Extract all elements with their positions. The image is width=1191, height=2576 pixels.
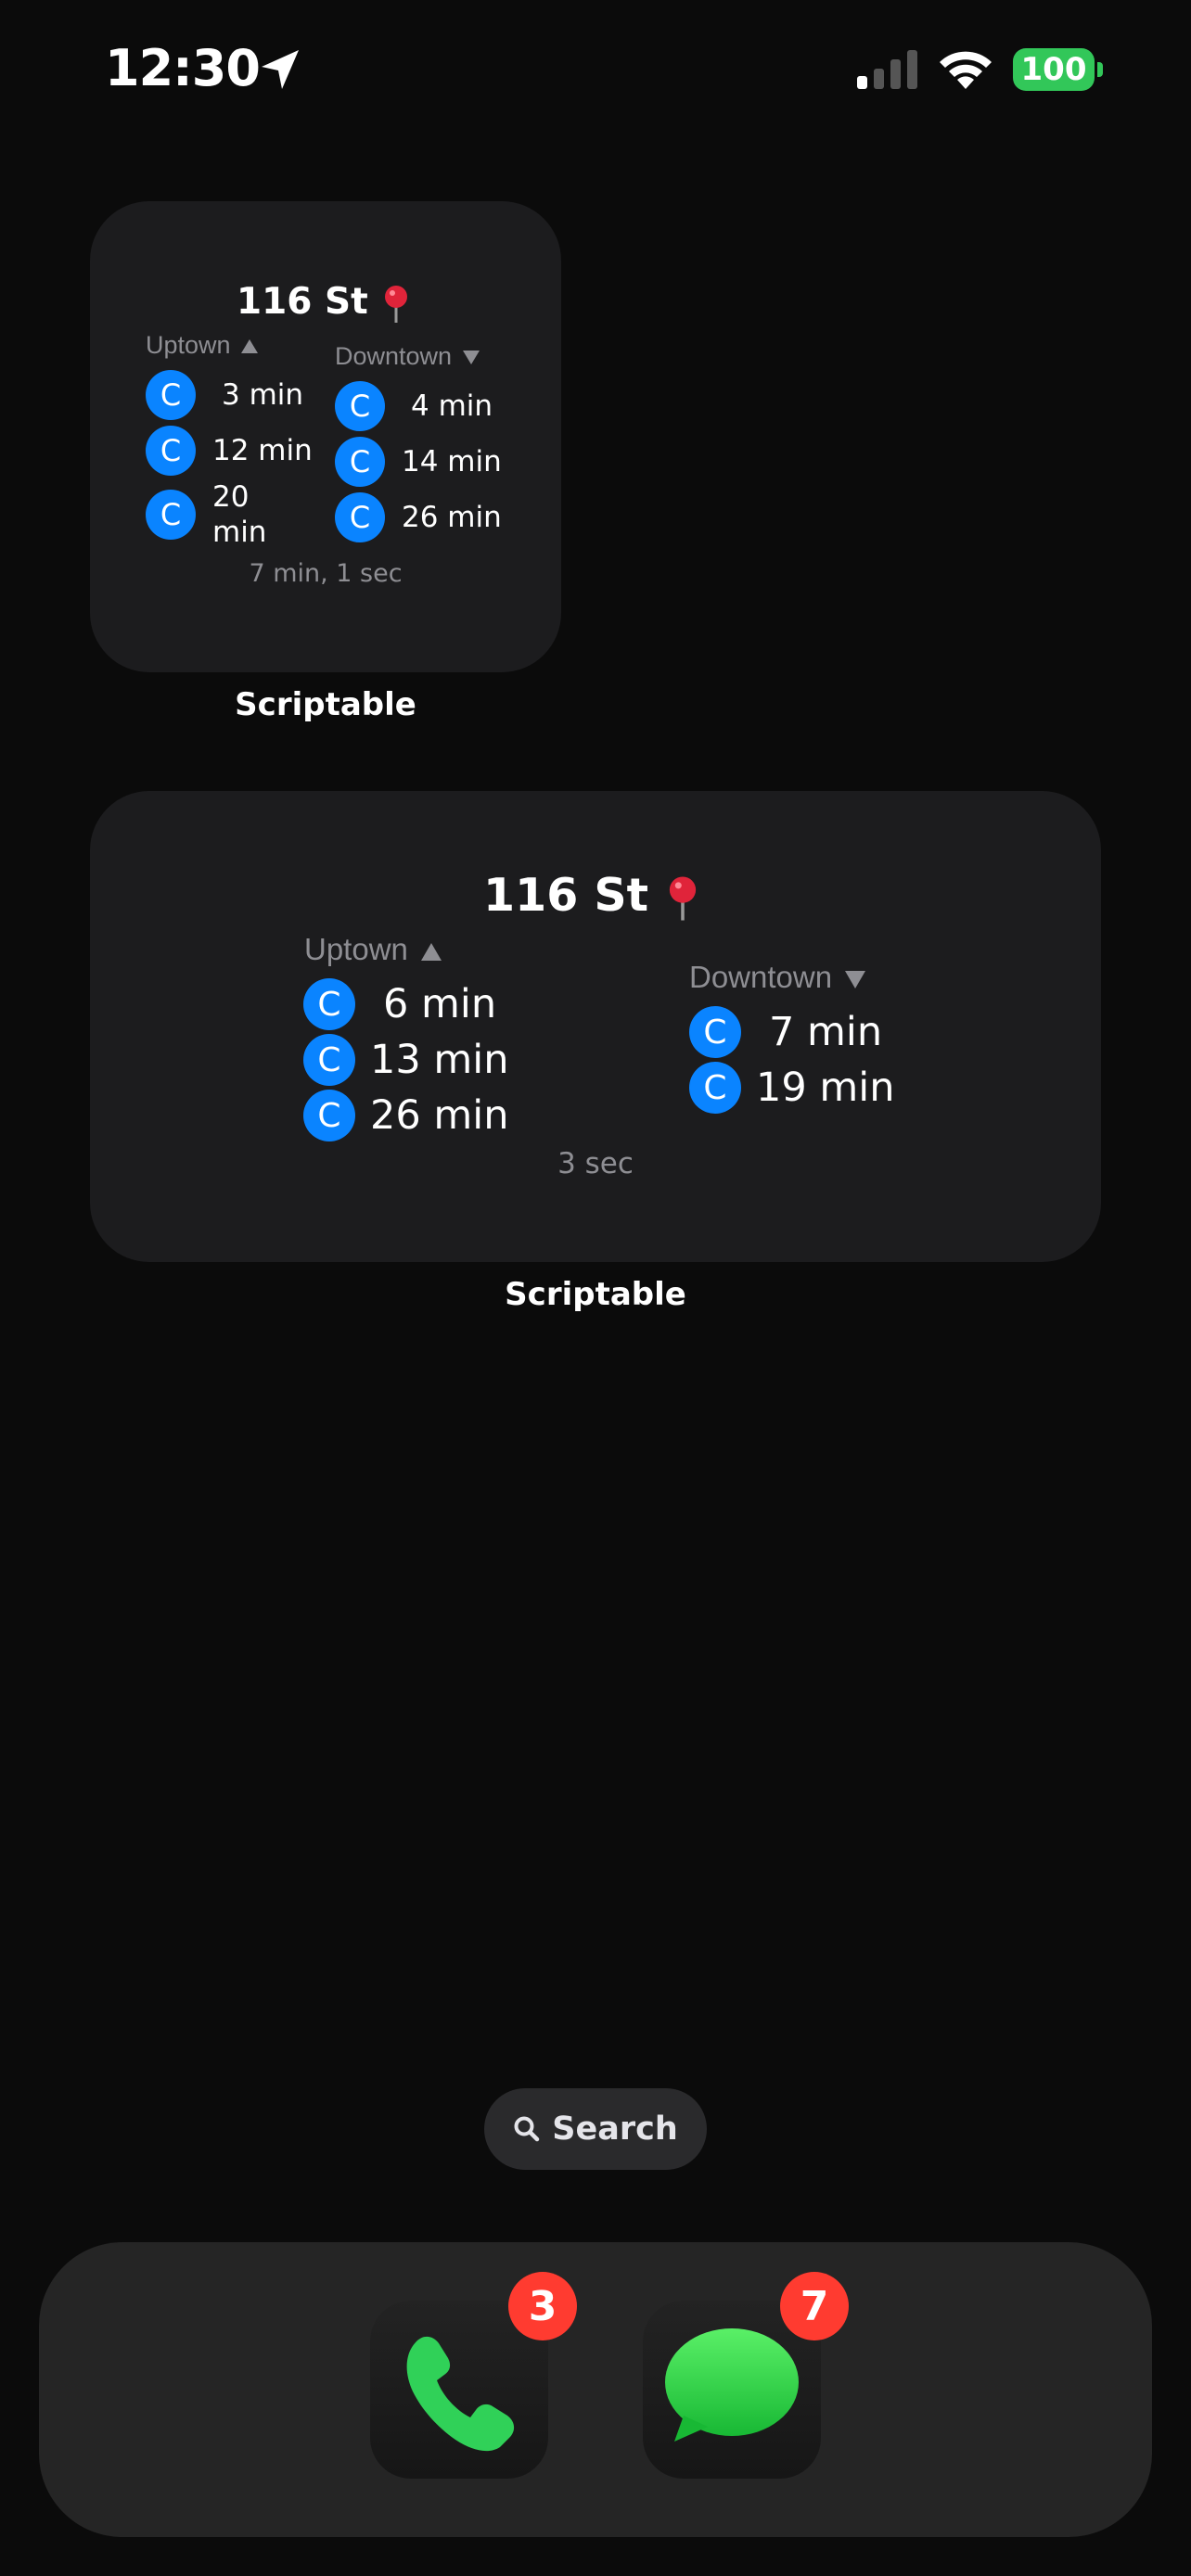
train-eta: 26 min bbox=[370, 1092, 509, 1139]
triangle-up-icon bbox=[421, 942, 442, 961]
train-eta: 4 min bbox=[411, 389, 493, 423]
subway-widget-small[interactable]: 116 St Uptown C 3 min C 12 min C 20 min … bbox=[90, 201, 561, 672]
triangle-down-icon bbox=[845, 970, 866, 988]
uptown-train-row: C 26 min bbox=[303, 1090, 508, 1141]
train-eta: 6 min bbox=[383, 981, 497, 1027]
c-train-badge: C bbox=[689, 1006, 741, 1058]
search-button[interactable]: Search bbox=[484, 2088, 707, 2170]
c-train-badge: C bbox=[335, 381, 385, 431]
triangle-down-icon bbox=[462, 351, 480, 365]
uptown-train-row: C 20 min bbox=[146, 479, 266, 550]
phone-notification-badge: 3 bbox=[508, 2272, 577, 2340]
c-train-badge: C bbox=[335, 437, 385, 487]
train-eta: 19 min bbox=[756, 1065, 895, 1111]
downtown-label: Downtown bbox=[335, 342, 453, 370]
station-name: 116 St bbox=[483, 869, 649, 922]
train-eta: 13 min bbox=[370, 1037, 509, 1083]
train-eta: 12 min bbox=[212, 434, 313, 467]
downtown-train-row: C 4 min bbox=[335, 381, 493, 431]
cellular-signal-icon bbox=[857, 50, 917, 89]
train-eta: 14 min bbox=[402, 445, 502, 478]
search-label: Search bbox=[552, 2111, 678, 2148]
uptown-label: Uptown bbox=[304, 932, 408, 966]
downtown-header: Downtown bbox=[689, 960, 866, 995]
uptown-train-row: C 3 min bbox=[146, 370, 303, 420]
downtown-train-row: C 7 min bbox=[689, 1006, 882, 1058]
train-eta: 3 min bbox=[222, 378, 304, 412]
uptown-train-row: C 6 min bbox=[303, 978, 496, 1030]
pushpin-icon bbox=[670, 875, 697, 921]
widget-station-title: 116 St bbox=[237, 281, 412, 325]
widget-caption: Scriptable bbox=[505, 1276, 686, 1313]
uptown-label: Uptown bbox=[146, 331, 231, 359]
downtown-train-row: C 19 min bbox=[689, 1062, 894, 1114]
c-train-badge: C bbox=[303, 1090, 355, 1141]
train-eta: 7 min bbox=[769, 1009, 883, 1055]
magnifying-glass-icon bbox=[514, 2116, 540, 2142]
downtown-train-row: C 26 min bbox=[335, 492, 502, 542]
battery-cap bbox=[1097, 62, 1103, 77]
status-bar: 12:30 100 bbox=[0, 0, 1191, 139]
uptown-train-row: C 13 min bbox=[303, 1034, 508, 1086]
dock bbox=[39, 2242, 1152, 2537]
battery-indicator: 100 bbox=[1013, 48, 1095, 91]
c-train-badge: C bbox=[303, 1034, 355, 1086]
downtown-header: Downtown bbox=[335, 342, 480, 371]
downtown-label: Downtown bbox=[689, 960, 833, 994]
c-train-badge: C bbox=[146, 370, 196, 420]
c-train-badge: C bbox=[335, 492, 385, 542]
triangle-up-icon bbox=[241, 339, 259, 354]
pushpin-icon bbox=[385, 285, 408, 323]
wifi-icon bbox=[940, 51, 992, 89]
train-eta: 26 min bbox=[402, 501, 502, 534]
subway-widget-medium[interactable]: 116 St Uptown C 6 min C 13 min C 26 min … bbox=[90, 791, 1101, 1262]
downtown-train-row: C 14 min bbox=[335, 437, 502, 487]
last-updated: 3 sec bbox=[557, 1147, 634, 1180]
c-train-badge: C bbox=[689, 1062, 741, 1114]
messages-notification-badge: 7 bbox=[780, 2272, 849, 2340]
station-name: 116 St bbox=[237, 281, 368, 323]
train-eta: 20 min bbox=[212, 480, 267, 549]
c-train-badge: C bbox=[146, 490, 196, 540]
uptown-header: Uptown bbox=[304, 932, 442, 967]
c-train-badge: C bbox=[303, 978, 355, 1030]
location-arrow-icon bbox=[262, 50, 299, 89]
c-train-badge: C bbox=[146, 426, 196, 476]
uptown-train-row: C 12 min bbox=[146, 426, 313, 476]
widget-caption: Scriptable bbox=[235, 686, 416, 723]
widget-station-title: 116 St bbox=[483, 869, 701, 924]
status-time: 12:30 bbox=[105, 39, 261, 97]
last-updated: 7 min, 1 sec bbox=[249, 559, 403, 588]
uptown-header: Uptown bbox=[146, 331, 259, 360]
